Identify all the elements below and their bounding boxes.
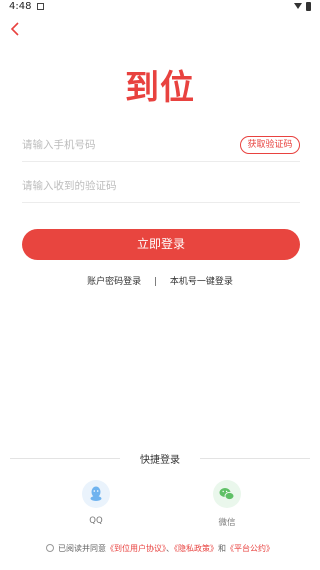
- qq-label: QQ: [89, 516, 103, 526]
- wechat-label: 微信: [218, 518, 236, 528]
- wechat-icon: [213, 480, 241, 508]
- wechat-login-button[interactable]: 微信: [207, 480, 247, 528]
- quick-login-header: 快捷登录: [10, 451, 310, 466]
- phone-input[interactable]: [22, 134, 222, 156]
- battery-icon: [306, 2, 311, 11]
- platform-convention-link[interactable]: 《平台公约》: [226, 544, 274, 553]
- sim-card-icon: [37, 3, 44, 10]
- one-click-login-link[interactable]: 本机号一键登录: [170, 274, 233, 287]
- alt-login-links: 账户密码登录 | 本机号一键登录: [0, 274, 320, 287]
- get-code-button[interactable]: 获取验证码: [240, 136, 300, 154]
- alt-login-separator: |: [153, 277, 158, 287]
- back-button[interactable]: [8, 21, 24, 37]
- agreement-checkbox[interactable]: [46, 544, 54, 552]
- user-agreement-link[interactable]: 《到位用户协议》: [106, 544, 166, 553]
- agreement-separator: 、: [166, 544, 174, 553]
- back-arrow-icon: [10, 22, 19, 36]
- app-logo: 到位: [125, 68, 195, 108]
- status-time: 4:48: [9, 1, 32, 12]
- password-login-link[interactable]: 账户密码登录: [87, 274, 141, 287]
- qq-icon: [82, 480, 110, 508]
- privacy-policy-link[interactable]: 《隐私政策》: [174, 544, 218, 553]
- agreement-line: 已阅读并同意《到位用户协议》、《隐私政策》和《平台公约》: [0, 543, 320, 554]
- login-button[interactable]: 立即登录: [22, 229, 300, 260]
- code-field-row: [22, 169, 300, 203]
- divider: [200, 458, 310, 459]
- wifi-icon: [294, 3, 302, 9]
- agreement-and: 和: [218, 544, 226, 553]
- status-bar: 4:48: [0, 0, 320, 14]
- qq-login-button[interactable]: QQ: [76, 480, 116, 526]
- phone-field-row: 获取验证码: [22, 128, 300, 162]
- verification-code-input[interactable]: [22, 175, 222, 197]
- agreement-prefix: 已阅读并同意: [58, 544, 106, 553]
